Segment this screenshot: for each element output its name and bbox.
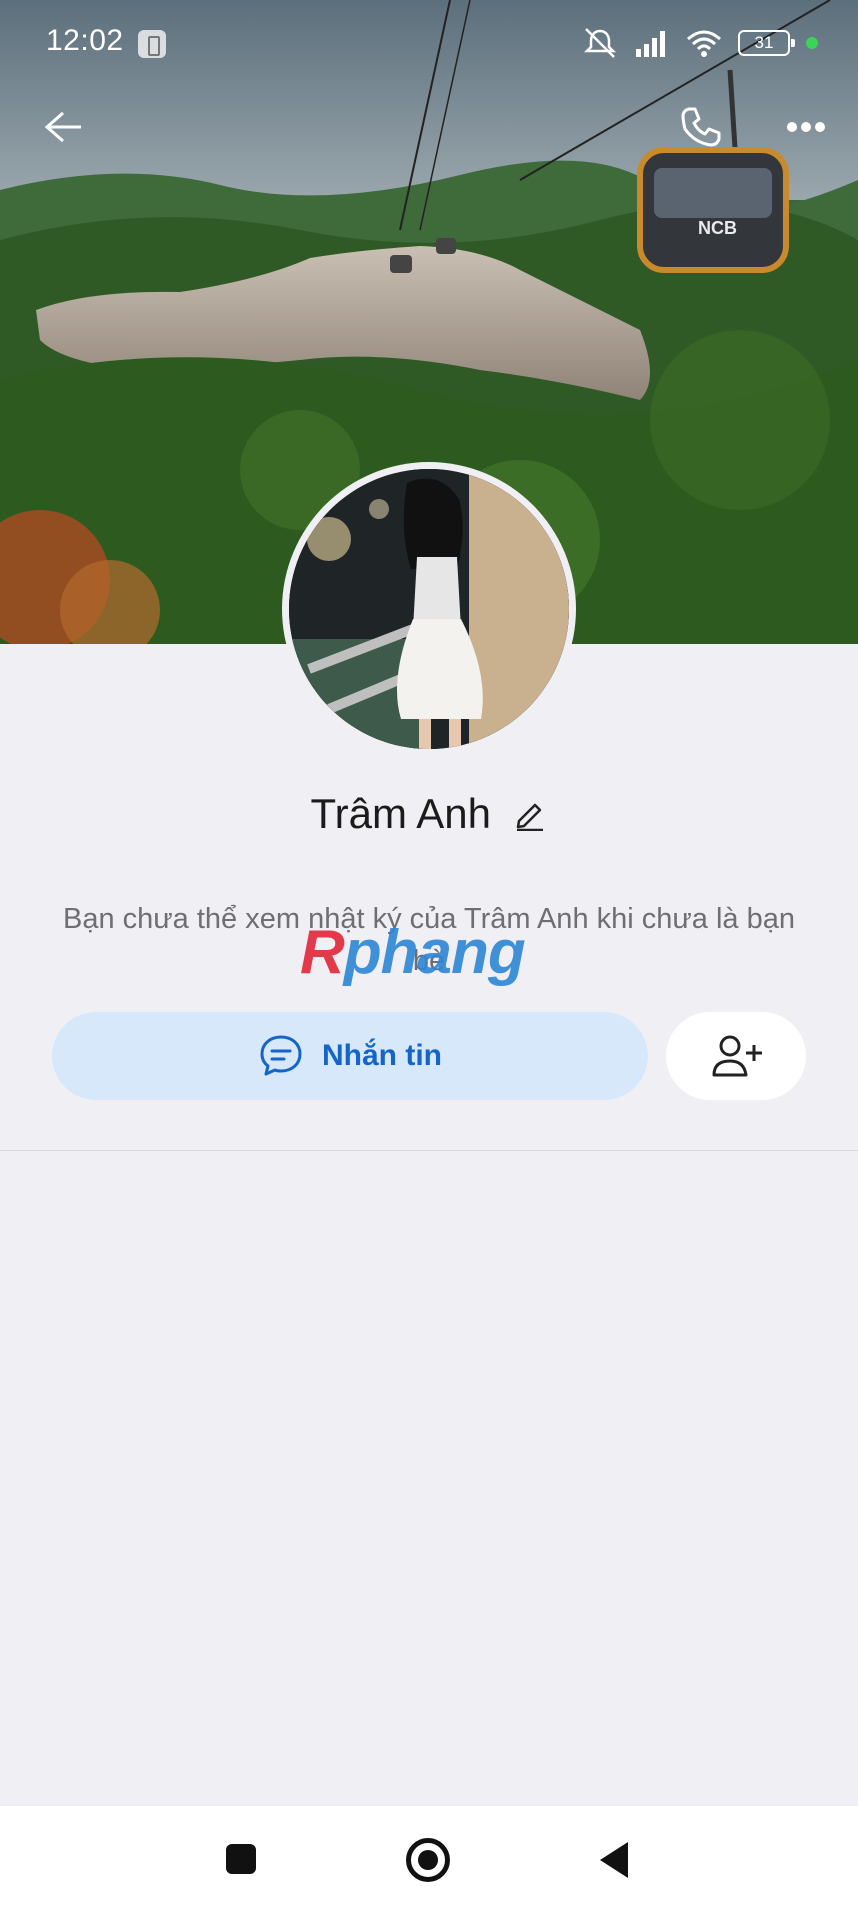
profile-name: Trâm Anh (310, 790, 492, 837)
call-button[interactable] (674, 100, 728, 154)
privacy-note: Bạn chưa thể xem nhật ký của Trâm Anh kh… (62, 903, 795, 977)
section-divider (0, 1150, 858, 1151)
status-icons: 31 (582, 26, 818, 60)
avatar[interactable] (282, 462, 576, 756)
mute-icon (583, 28, 617, 58)
back-button[interactable] (36, 100, 90, 154)
svg-text:NCB: NCB (698, 218, 737, 238)
signal-icon (636, 31, 665, 57)
status-time: 12:02 (46, 24, 124, 57)
system-nav-bar (0, 1806, 858, 1908)
message-button[interactable]: Nhắn tin (52, 1012, 648, 1100)
profile-screen: NCB 12:02 31 Trâm Anh Bạn chưa thể xem n… (0, 0, 858, 1908)
back-icon[interactable] (600, 1842, 628, 1878)
home-icon[interactable] (406, 1838, 450, 1882)
avatar-photo (289, 469, 569, 749)
status-bar: 12:02 31 (0, 0, 858, 86)
back-arrow-icon (44, 111, 81, 143)
battery-icon: 31 (738, 30, 795, 56)
phone-icon (681, 107, 721, 147)
edit-pencil-icon[interactable] (513, 797, 547, 831)
notification-icon (138, 30, 166, 58)
more-options-button[interactable] (776, 100, 836, 154)
wifi-icon (687, 30, 721, 57)
add-friend-button[interactable] (666, 1012, 806, 1100)
avatar-image (289, 469, 569, 749)
more-dots-icon (787, 122, 825, 132)
profile-name-row: Trâm Anh (0, 790, 858, 838)
message-button-label: Nhắn tin (322, 1039, 442, 1072)
recent-apps-icon[interactable] (226, 1844, 256, 1874)
add-friend-icon (712, 1035, 762, 1077)
active-dot-icon (806, 37, 818, 49)
chat-bubble-icon (260, 1035, 302, 1076)
